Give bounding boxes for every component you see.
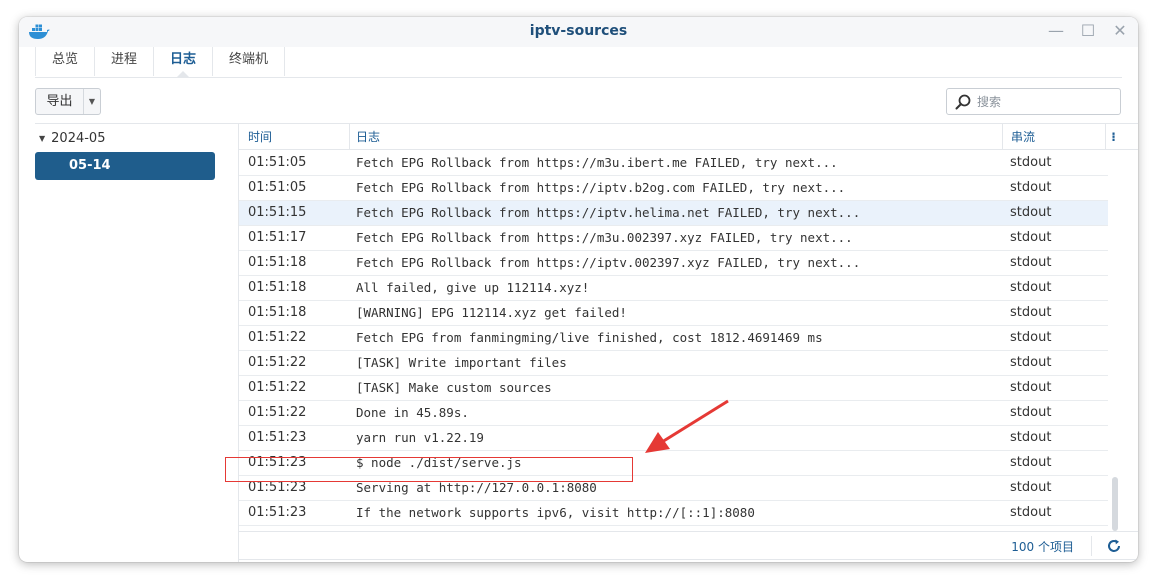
cell-stream: stdout	[1010, 455, 1052, 470]
table-row[interactable]: 01:51:18 All failed, give up 112114.xyz!…	[239, 276, 1108, 301]
title-bar: iptv-sources — ☐ ✕	[19, 17, 1138, 47]
export-label[interactable]: 导出	[36, 89, 84, 114]
cell-time: 01:51:05	[248, 180, 307, 195]
cell-message: Serving at http://127.0.0.1:8080	[356, 480, 597, 495]
table-row[interactable]: 01:51:15 Fetch EPG Rollback from https:/…	[239, 201, 1108, 226]
table-row[interactable]: 01:51:18 Fetch EPG Rollback from https:/…	[239, 251, 1108, 276]
cell-stream: stdout	[1010, 305, 1052, 320]
cell-message: $ node ./dist/serve.js	[356, 455, 522, 470]
tab-overview[interactable]: 总览	[36, 47, 96, 76]
cell-message: Fetch EPG Rollback from https://m3u.0023…	[356, 230, 853, 245]
cell-stream: stdout	[1010, 205, 1052, 220]
cell-time: 01:51:23	[248, 455, 307, 470]
minimize-button[interactable]: —	[1048, 21, 1064, 41]
log-rows: 01:51:05 Fetch EPG Rollback from https:/…	[239, 151, 1108, 531]
cell-stream: stdout	[1010, 355, 1052, 370]
cell-message: [TASK] Make custom sources	[356, 380, 552, 395]
cell-message: Fetch EPG from fanmingming/live finished…	[356, 330, 823, 345]
cell-stream: stdout	[1010, 430, 1052, 445]
grid-header: 时间 日志 串流 ⁝	[239, 124, 1138, 150]
tab-log[interactable]: 日志	[154, 47, 214, 76]
caret-down-icon[interactable]: ▼	[39, 134, 45, 143]
footer-divider	[1091, 536, 1092, 556]
cell-time: 01:51:22	[248, 380, 307, 395]
cell-stream: stdout	[1010, 380, 1052, 395]
refresh-icon[interactable]	[1106, 538, 1122, 554]
cell-stream: stdout	[1010, 255, 1052, 270]
scrollbar-thumb[interactable]	[1112, 477, 1118, 531]
tab-terminal[interactable]: 终端机	[213, 47, 286, 76]
table-row[interactable]: 01:51:18 [WARNING] EPG 112114.xyz get fa…	[239, 301, 1108, 326]
cell-time: 01:51:22	[248, 405, 307, 420]
cell-time: 01:51:05	[248, 155, 307, 170]
cell-stream: stdout	[1010, 405, 1052, 420]
column-header-stream[interactable]: 串流	[1002, 124, 1106, 150]
tree-item-date-selected[interactable]: 05-14	[35, 152, 215, 180]
cell-message: Fetch EPG Rollback from https://m3u.iber…	[356, 155, 838, 170]
cell-stream: stdout	[1010, 330, 1052, 345]
grid-footer: 100 个项目	[239, 531, 1138, 559]
cell-message: Fetch EPG Rollback from https://iptv.hel…	[356, 205, 861, 220]
tab-bar: 总览 进程 日志 终端机	[35, 47, 286, 76]
maximize-button[interactable]: ☐	[1080, 21, 1096, 41]
cell-stream: stdout	[1010, 505, 1052, 520]
cell-message: Fetch EPG Rollback from https://iptv.002…	[356, 255, 861, 270]
toolbar: 导出 ▼	[35, 88, 1122, 116]
cell-time: 01:51:23	[248, 505, 307, 520]
tab-process[interactable]: 进程	[95, 47, 155, 76]
search-box[interactable]	[946, 88, 1121, 115]
app-window: iptv-sources — ☐ ✕ 总览 进程 日志 终端机 导出 ▼ ▼ 2…	[19, 17, 1138, 562]
cell-time: 01:51:15	[248, 205, 307, 220]
caret-down-icon[interactable]: ▼	[84, 97, 100, 106]
cell-time: 01:51:17	[248, 230, 307, 245]
red-arrow-annotation	[645, 399, 729, 453]
cell-time: 01:51:23	[248, 430, 307, 445]
log-grid: 时间 日志 串流 ⁝ 01:51:05 Fetch EPG Rollback f…	[239, 124, 1138, 562]
column-options-icon[interactable]: ⁝	[1105, 124, 1121, 150]
tab-divider	[35, 77, 1122, 78]
table-row[interactable]: 01:51:23 Serving at http://127.0.0.1:808…	[239, 476, 1108, 501]
date-tree: ▼ 2024-05 05-14	[35, 124, 238, 562]
column-header-time[interactable]: 时间	[248, 124, 272, 150]
table-row[interactable]: 01:51:05 Fetch EPG Rollback from https:/…	[239, 176, 1108, 201]
table-row[interactable]: 01:51:23 If the network supports ipv6, v…	[239, 501, 1108, 526]
column-header-log[interactable]: 日志	[349, 124, 1006, 150]
close-button[interactable]: ✕	[1112, 21, 1128, 41]
window-controls: — ☐ ✕	[1048, 21, 1128, 41]
table-row[interactable]: 01:51:22 Fetch EPG from fanmingming/live…	[239, 326, 1108, 351]
cell-stream: stdout	[1010, 480, 1052, 495]
table-row[interactable]: 01:51:22 [TASK] Write important files st…	[239, 351, 1108, 376]
tree-item-year[interactable]: ▼ 2024-05	[39, 131, 105, 146]
table-row[interactable]: 01:51:17 Fetch EPG Rollback from https:/…	[239, 226, 1108, 251]
cell-time: 01:51:18	[248, 305, 307, 320]
search-icon	[955, 94, 971, 110]
cell-message: [TASK] Write important files	[356, 355, 567, 370]
cell-message: yarn run v1.22.19	[356, 430, 484, 445]
cell-message: Done in 45.89s.	[356, 405, 469, 420]
cell-message: All failed, give up 112114.xyz!	[356, 280, 590, 295]
cell-stream: stdout	[1010, 155, 1052, 170]
window-title: iptv-sources	[529, 23, 628, 39]
cell-time: 01:51:22	[248, 355, 307, 370]
vertical-scrollbar[interactable]	[1112, 151, 1118, 531]
cell-stream: stdout	[1010, 280, 1052, 295]
cell-time: 01:51:22	[248, 330, 307, 345]
cell-stream: stdout	[1010, 230, 1052, 245]
cell-time: 01:51:18	[248, 280, 307, 295]
cell-message: If the network supports ipv6, visit http…	[356, 505, 755, 520]
item-count: 100 个项目	[1011, 540, 1074, 554]
export-button[interactable]: 导出 ▼	[35, 88, 101, 115]
tree-year-label: 2024-05	[51, 131, 106, 146]
cell-message: Fetch EPG Rollback from https://iptv.b2o…	[356, 180, 846, 195]
table-row[interactable]: 01:51:05 Fetch EPG Rollback from https:/…	[239, 151, 1108, 176]
cell-time: 01:51:18	[248, 255, 307, 270]
cell-time: 01:51:23	[248, 480, 307, 495]
search-input[interactable]	[977, 92, 1115, 111]
cell-stream: stdout	[1010, 180, 1052, 195]
cell-message: [WARNING] EPG 112114.xyz get failed!	[356, 305, 627, 320]
grid-bottom-border	[239, 559, 1138, 560]
